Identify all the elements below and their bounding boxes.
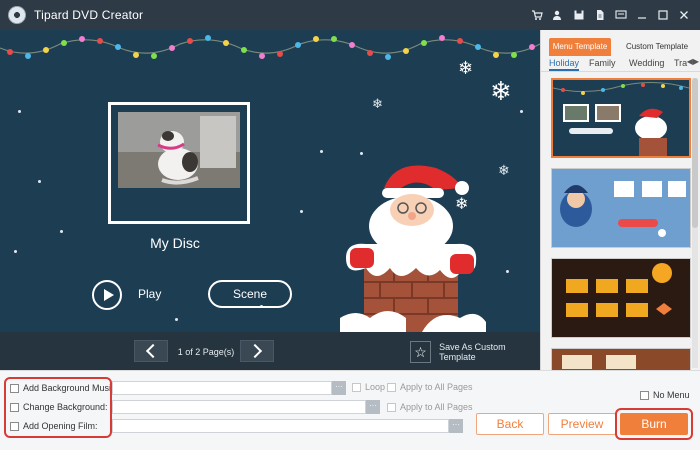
snow-dot bbox=[60, 230, 63, 233]
snow-dot bbox=[360, 152, 363, 155]
back-button[interactable]: Back bbox=[476, 413, 544, 435]
snow-dot bbox=[14, 250, 17, 253]
template-thumbnail-holiday-2[interactable] bbox=[551, 168, 691, 248]
tab-menu-template[interactable]: Menu Template bbox=[549, 38, 611, 56]
disc-thumbnail-frame[interactable] bbox=[108, 102, 250, 224]
snow-dot bbox=[520, 110, 523, 113]
app-title: Tipard DVD Creator bbox=[34, 8, 144, 22]
no-menu-label: No Menu bbox=[653, 390, 690, 400]
close-icon[interactable] bbox=[678, 9, 690, 21]
options-highlight-outline bbox=[4, 377, 112, 438]
preview-button[interactable]: Preview bbox=[548, 413, 616, 435]
previous-page-button[interactable] bbox=[134, 340, 168, 362]
scene-button[interactable]: Scene bbox=[208, 280, 292, 308]
opening-film-browse-button[interactable]: ··· bbox=[449, 419, 463, 433]
change-background-browse-button[interactable]: ··· bbox=[366, 400, 380, 414]
santa-chimney-illustration bbox=[340, 165, 486, 332]
category-wedding[interactable]: Wedding bbox=[629, 58, 664, 68]
loop-option[interactable]: Loop bbox=[352, 382, 385, 392]
disc-title[interactable]: My Disc bbox=[108, 235, 242, 251]
apply-all-background-checkbox[interactable] bbox=[387, 402, 396, 412]
opening-film-input[interactable] bbox=[112, 419, 449, 433]
category-travel[interactable]: Tra bbox=[674, 58, 687, 68]
title-bar-icons bbox=[531, 0, 690, 30]
burn-highlight-outline bbox=[615, 408, 693, 440]
snowflake-icon: ❄ bbox=[498, 162, 510, 178]
template-tabs: Menu Template Custom Template bbox=[541, 38, 700, 56]
app-logo-icon bbox=[8, 6, 26, 24]
maximize-icon[interactable] bbox=[657, 9, 669, 21]
apply-all-background-label: Apply to All Pages bbox=[400, 402, 473, 412]
chat-icon[interactable] bbox=[615, 9, 627, 21]
star-icon: ☆ bbox=[410, 341, 432, 363]
snow-dot bbox=[18, 110, 21, 113]
save-custom-template-label: Save As Custom Template bbox=[439, 342, 506, 362]
no-menu-checkbox[interactable] bbox=[640, 390, 649, 400]
background-music-browse-button[interactable]: ··· bbox=[332, 381, 346, 395]
menu-preview: ❄ ❄ ❄ ❄ ❄ My Disc Play Scene bbox=[0, 30, 540, 332]
save-icon[interactable] bbox=[573, 9, 585, 21]
apply-all-music-label: Apply to All Pages bbox=[400, 382, 473, 392]
loop-checkbox[interactable] bbox=[352, 382, 361, 392]
template-thumbnail-list bbox=[551, 78, 691, 370]
snow-dot bbox=[506, 270, 509, 273]
template-thumbnail-holiday-4[interactable] bbox=[551, 348, 691, 370]
template-thumbnail-holiday-1[interactable] bbox=[551, 78, 691, 158]
play-button[interactable] bbox=[92, 280, 122, 310]
snowflake-icon: ❄ bbox=[372, 96, 383, 111]
play-label[interactable]: Play bbox=[138, 287, 161, 301]
template-category-bar: Holiday Family Wedding Tra ◀▶ bbox=[541, 56, 700, 72]
template-thumbnail-holiday-3[interactable] bbox=[551, 258, 691, 338]
no-menu-option[interactable]: No Menu bbox=[640, 390, 690, 400]
save-custom-template-button[interactable]: ☆ Save As Custom Template bbox=[410, 341, 540, 363]
apply-all-music-checkbox[interactable] bbox=[387, 382, 396, 392]
cart-icon[interactable] bbox=[531, 9, 543, 21]
loop-label: Loop bbox=[365, 382, 386, 392]
page-navigation-bar: 1 of 2 Page(s) ☆ Save As Custom Template bbox=[0, 332, 540, 370]
category-family[interactable]: Family bbox=[589, 58, 616, 68]
title-bar: Tipard DVD Creator bbox=[0, 0, 700, 30]
page-indicator: 1 of 2 Page(s) bbox=[177, 347, 235, 357]
change-background-input[interactable] bbox=[112, 400, 366, 414]
snow-dot bbox=[300, 210, 303, 213]
category-holiday[interactable]: Holiday bbox=[549, 58, 580, 71]
template-scrollbar-thumb[interactable] bbox=[692, 78, 698, 228]
template-scrollbar[interactable] bbox=[692, 78, 698, 368]
document-icon[interactable] bbox=[594, 9, 606, 21]
tab-custom-template[interactable]: Custom Template bbox=[621, 38, 693, 56]
background-music-input[interactable] bbox=[112, 381, 332, 395]
snow-dot bbox=[175, 318, 178, 321]
category-scroll-arrows-icon[interactable]: ◀▶ bbox=[687, 57, 699, 66]
next-page-button[interactable] bbox=[240, 340, 274, 362]
snow-dot bbox=[320, 150, 323, 153]
apply-all-music-option[interactable]: Apply to All Pages bbox=[387, 382, 473, 392]
snowflake-icon: ❄ bbox=[458, 58, 474, 78]
template-panel: Menu Template Custom Template Holiday Fa… bbox=[540, 30, 700, 370]
snowflake-icon: ❄ bbox=[490, 76, 512, 106]
snow-dot bbox=[38, 180, 41, 183]
user-key-icon[interactable] bbox=[552, 9, 564, 21]
cat-photo bbox=[118, 112, 240, 188]
minimize-icon[interactable] bbox=[636, 9, 648, 21]
apply-all-background-option[interactable]: Apply to All Pages bbox=[387, 402, 473, 412]
